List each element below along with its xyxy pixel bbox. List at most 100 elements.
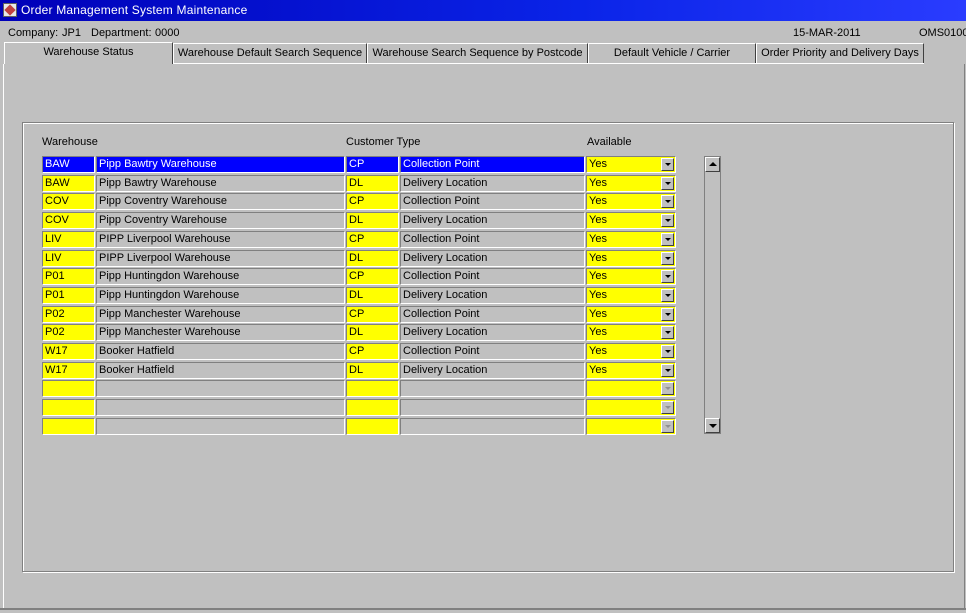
chevron-down-icon[interactable] <box>661 195 674 208</box>
customer-type-field[interactable]: DL <box>346 287 399 304</box>
customer-type-desc-field[interactable]: Delivery Location <box>400 324 585 341</box>
warehouse-name-field[interactable]: Booker Hatfield <box>96 362 345 379</box>
tab-warehouse-search-sequence-by-postcode[interactable]: Warehouse Search Sequence by Postcode <box>367 43 588 63</box>
customer-type-field[interactable]: CP <box>346 193 399 210</box>
chevron-down-icon[interactable] <box>661 326 674 339</box>
warehouse-code-field[interactable]: W17 <box>42 362 95 379</box>
chevron-down-icon[interactable] <box>661 270 674 283</box>
customer-type-desc-field[interactable] <box>400 399 585 416</box>
customer-type-desc-field[interactable]: Collection Point <box>400 343 585 360</box>
chevron-down-icon[interactable] <box>661 158 674 171</box>
chevron-down-icon[interactable] <box>661 252 674 265</box>
customer-type-desc-field[interactable]: Collection Point <box>400 156 585 173</box>
warehouse-code-field[interactable]: COV <box>42 193 95 210</box>
customer-type-field[interactable]: DL <box>346 362 399 379</box>
available-select[interactable] <box>586 399 676 416</box>
customer-type-desc-field[interactable]: Collection Point <box>400 268 585 285</box>
customer-type-desc-field[interactable]: Collection Point <box>400 306 585 323</box>
available-select[interactable]: Yes <box>586 250 676 267</box>
warehouse-name-field-text: Booker Hatfield <box>99 345 175 357</box>
available-select[interactable]: Yes <box>586 324 676 341</box>
available-select[interactable] <box>586 380 676 397</box>
chevron-down-icon[interactable] <box>661 401 674 414</box>
warehouse-code-field[interactable]: COV <box>42 212 95 229</box>
warehouse-name-field[interactable]: Pipp Coventry Warehouse <box>96 212 345 229</box>
warehouse-name-field[interactable]: Pipp Bawtry Warehouse <box>96 156 345 173</box>
chevron-down-icon[interactable] <box>661 214 674 227</box>
warehouse-code-field[interactable] <box>42 380 95 397</box>
warehouse-code-field[interactable] <box>42 418 95 435</box>
warehouse-code-field[interactable]: W17 <box>42 343 95 360</box>
customer-type-field[interactable] <box>346 399 399 416</box>
warehouse-code-field[interactable]: P02 <box>42 324 95 341</box>
customer-type-field[interactable]: CP <box>346 343 399 360</box>
customer-type-desc-field[interactable]: Delivery Location <box>400 362 585 379</box>
tab-order-priority-delivery-days[interactable]: Order Priority and Delivery Days <box>756 43 924 63</box>
warehouse-code-field[interactable]: BAW <box>42 175 95 192</box>
chevron-down-icon[interactable] <box>661 177 674 190</box>
customer-type-field[interactable]: CP <box>346 231 399 248</box>
chevron-down-icon[interactable] <box>661 308 674 321</box>
available-select[interactable]: Yes <box>586 362 676 379</box>
chevron-down-icon[interactable] <box>661 345 674 358</box>
chevron-down-icon[interactable] <box>661 233 674 246</box>
customer-type-field[interactable] <box>346 418 399 435</box>
available-select[interactable]: Yes <box>586 175 676 192</box>
chevron-down-icon[interactable] <box>661 289 674 302</box>
warehouse-name-field[interactable]: Pipp Huntingdon Warehouse <box>96 268 345 285</box>
available-select[interactable]: Yes <box>586 306 676 323</box>
grid-scrollbar[interactable] <box>704 156 721 434</box>
warehouse-code-field[interactable]: P01 <box>42 287 95 304</box>
customer-type-desc-field[interactable]: Collection Point <box>400 231 585 248</box>
available-select[interactable]: Yes <box>586 212 676 229</box>
warehouse-name-field[interactable] <box>96 418 345 435</box>
scroll-up-arrow-icon[interactable] <box>705 157 720 172</box>
customer-type-desc-field[interactable]: Delivery Location <box>400 212 585 229</box>
customer-type-desc-field[interactable]: Collection Point <box>400 193 585 210</box>
warehouse-name-field[interactable]: Pipp Manchester Warehouse <box>96 324 345 341</box>
customer-type-desc-field[interactable] <box>400 418 585 435</box>
customer-type-field[interactable] <box>346 380 399 397</box>
customer-type-field[interactable]: DL <box>346 324 399 341</box>
available-select[interactable]: Yes <box>586 193 676 210</box>
chevron-down-icon[interactable] <box>661 382 674 395</box>
warehouse-name-field[interactable] <box>96 399 345 416</box>
available-select[interactable]: Yes <box>586 231 676 248</box>
available-select[interactable] <box>586 418 676 435</box>
chevron-down-icon[interactable] <box>661 364 674 377</box>
app-icon[interactable] <box>3 3 17 17</box>
customer-type-field[interactable]: CP <box>346 268 399 285</box>
tab-warehouse-status[interactable]: Warehouse Status <box>4 42 173 64</box>
warehouse-name-field[interactable]: Pipp Huntingdon Warehouse <box>96 287 345 304</box>
available-select[interactable]: Yes <box>586 343 676 360</box>
customer-type-field[interactable]: CP <box>346 306 399 323</box>
warehouse-name-field[interactable]: Booker Hatfield <box>96 343 345 360</box>
warehouse-name-field[interactable]: PIPP Liverpool Warehouse <box>96 250 345 267</box>
warehouse-name-field[interactable]: PIPP Liverpool Warehouse <box>96 231 345 248</box>
scroll-down-arrow-icon[interactable] <box>705 418 720 433</box>
chevron-down-icon[interactable] <box>661 420 674 433</box>
customer-type-field[interactable]: DL <box>346 175 399 192</box>
customer-type-field[interactable]: DL <box>346 250 399 267</box>
warehouse-code-field[interactable]: LIV <box>42 231 95 248</box>
available-select[interactable]: Yes <box>586 268 676 285</box>
warehouse-name-field[interactable]: Pipp Manchester Warehouse <box>96 306 345 323</box>
tab-default-vehicle-carrier[interactable]: Default Vehicle / Carrier <box>588 43 756 63</box>
customer-type-field[interactable]: DL <box>346 212 399 229</box>
warehouse-code-field[interactable] <box>42 399 95 416</box>
warehouse-name-field[interactable]: Pipp Coventry Warehouse <box>96 193 345 210</box>
tab-warehouse-default-search-sequence[interactable]: Warehouse Default Search Sequence <box>173 43 367 63</box>
warehouse-code-field[interactable]: LIV <box>42 250 95 267</box>
customer-type-desc-field[interactable]: Delivery Location <box>400 250 585 267</box>
available-select[interactable]: Yes <box>586 287 676 304</box>
warehouse-code-field[interactable]: P01 <box>42 268 95 285</box>
available-select[interactable]: Yes <box>586 156 676 173</box>
customer-type-desc-field[interactable]: Delivery Location <box>400 175 585 192</box>
customer-type-desc-field[interactable] <box>400 380 585 397</box>
customer-type-field[interactable]: CP <box>346 156 399 173</box>
warehouse-code-field[interactable]: BAW <box>42 156 95 173</box>
warehouse-name-field[interactable]: Pipp Bawtry Warehouse <box>96 175 345 192</box>
warehouse-name-field[interactable] <box>96 380 345 397</box>
customer-type-desc-field[interactable]: Delivery Location <box>400 287 585 304</box>
warehouse-code-field[interactable]: P02 <box>42 306 95 323</box>
